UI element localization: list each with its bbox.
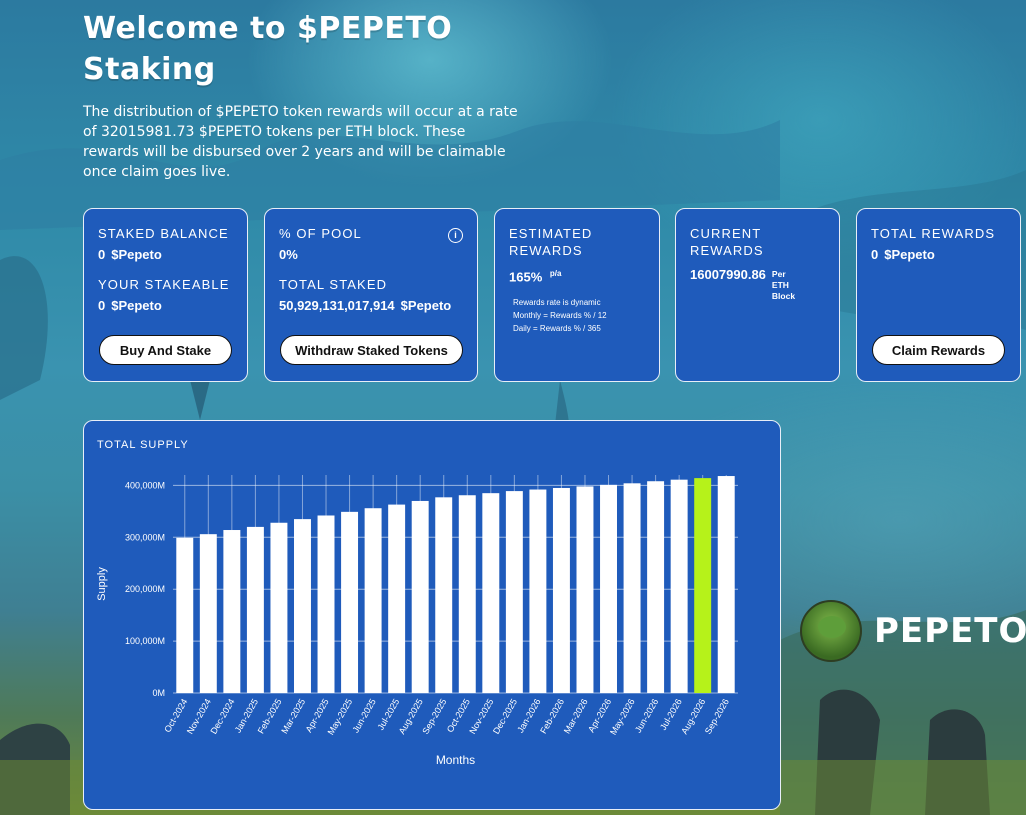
withdraw-staked-tokens-button[interactable]: Withdraw Staked Tokens: [280, 335, 463, 365]
bar: [670, 479, 688, 693]
bar: [482, 493, 500, 693]
buy-and-stake-button[interactable]: Buy And Stake: [99, 335, 232, 365]
claim-rewards-button[interactable]: Claim Rewards: [872, 335, 1005, 365]
brand-name: PEPETO: [874, 611, 1026, 651]
bar: [388, 504, 406, 693]
bar: [717, 476, 735, 693]
title-line-1: Welcome to $PEPETO: [83, 11, 453, 46]
info-icon[interactable]: i: [448, 228, 463, 243]
bar: [552, 487, 570, 693]
bar: [364, 508, 382, 693]
total-rewards-card: TOTAL REWARDS 0 $Pepeto Claim Rewards: [856, 208, 1021, 382]
y-tick-label: 400,000M: [125, 480, 165, 490]
current-label-line-2: REWARDS: [690, 243, 764, 258]
x-tick-label: Jun-2026: [633, 697, 660, 735]
estimated-rewards-value: 165% p/a: [509, 269, 645, 284]
rewards-notes: Rewards rate is dynamic Monthly = Reward…: [509, 296, 645, 335]
bar: [600, 484, 617, 693]
bar: [458, 495, 476, 693]
y-axis-label: Supply: [96, 567, 108, 601]
x-tick-label: Jul-2026: [658, 697, 684, 732]
stakeable-label: YOUR STAKEABLE: [98, 277, 230, 292]
total-supply-chart-card: TOTAL SUPPLY 0M 100,000M 200,000M 300,000M 4…: [83, 420, 781, 810]
hero: Welcome to $PEPETO Staking The distribut…: [83, 8, 543, 182]
per-text: Per: [771, 269, 786, 279]
total-staked-amount: 50,929,131,017,914: [279, 298, 395, 313]
x-axis-label: Months: [436, 753, 475, 767]
y-tick-label: 100,000M: [125, 636, 165, 646]
total-rewards-label: TOTAL REWARDS: [871, 226, 996, 241]
total-staked-unit: $Pepeto: [400, 298, 452, 313]
bar: [623, 483, 641, 693]
title-line-2: Staking: [83, 52, 216, 87]
y-tick-label: 300,000M: [125, 532, 165, 542]
y-tick-label: 200,000M: [125, 584, 165, 594]
y-tick-label: 0M: [152, 688, 165, 698]
staked-balance-value: 0 $Pepeto: [98, 247, 233, 262]
current-rewards-value: 16007990.86 Per ETH Block: [690, 267, 825, 302]
staked-balance-label: STAKED BALANCE: [98, 226, 229, 241]
bar: [294, 519, 311, 693]
x-tick-label: Jun-2025: [350, 697, 377, 735]
x-tick-label: Jul-2025: [375, 697, 401, 732]
pool-card: % OF POOL i 0% TOTAL STAKED 50,929,131,0…: [264, 208, 478, 382]
x-tick-label: Sep-2026: [703, 697, 731, 736]
total-rewards-unit: $Pepeto: [884, 247, 935, 262]
pool-value: 0%: [279, 247, 298, 262]
rewards-note-dynamic: Rewards rate is dynamic: [513, 298, 601, 308]
total-staked-label: TOTAL STAKED: [279, 277, 388, 292]
total-rewards-value: 0 $Pepeto: [871, 247, 1006, 262]
total-supply-chart: 0M100,000M200,000M300,000M400,000MOct-20…: [96, 475, 738, 767]
estimated-rewards-percent: 165%: [509, 269, 543, 285]
pool-label: % OF POOL: [279, 226, 362, 241]
bar: [694, 478, 712, 693]
stakeable-amount: 0: [98, 298, 106, 313]
per-annum-suffix: p/a: [549, 269, 562, 278]
staked-balance-amount: 0: [98, 247, 106, 262]
bar: [223, 530, 241, 693]
bar: [529, 489, 547, 693]
bar: [505, 491, 523, 693]
staked-balance-unit: $Pepeto: [111, 247, 162, 262]
eth-text: ETH: [771, 280, 789, 290]
stakeable-unit: $Pepeto: [111, 298, 162, 313]
bar: [435, 497, 453, 693]
page-title: Welcome to $PEPETO Staking: [83, 8, 543, 90]
rewards-note-monthly: Monthly = Rewards % / 12: [513, 311, 607, 321]
bar: [647, 481, 665, 693]
total-staked-value: 50,929,131,017,914 $Pepeto: [279, 298, 463, 313]
estimated-label-line-1: ESTIMATED: [509, 226, 593, 241]
bar: [270, 522, 288, 693]
bar: [317, 515, 335, 693]
pepeto-mascot-icon: [800, 600, 862, 662]
current-rewards-amount: 16007990.86: [690, 267, 766, 282]
bar: [341, 511, 359, 693]
stakeable-value: 0 $Pepeto: [98, 298, 233, 313]
staked-balance-card: STAKED BALANCE 0 $Pepeto YOUR STAKEABLE 0…: [83, 208, 248, 382]
bar: [199, 534, 217, 693]
hero-description: The distribution of $PEPETO token reward…: [83, 104, 518, 180]
bar: [411, 500, 429, 693]
total-rewards-amount: 0: [871, 247, 879, 262]
rewards-note-daily: Daily = Rewards % / 365: [513, 324, 601, 334]
estimated-label-line-2: REWARDS: [509, 243, 583, 258]
brand-logo: PEPETO: [800, 600, 1026, 662]
current-rewards-card: CURRENT REWARDS 16007990.86 Per ETH Bloc…: [675, 208, 840, 382]
estimated-rewards-label: ESTIMATED REWARDS: [509, 225, 645, 259]
current-label-line-1: CURRENT: [690, 226, 762, 241]
current-rewards-label: CURRENT REWARDS: [690, 225, 825, 259]
per-eth-block: Per ETH Block: [772, 269, 795, 302]
bar: [176, 537, 194, 693]
bar: [576, 486, 594, 693]
bar: [246, 526, 264, 693]
block-text: Block: [771, 291, 796, 301]
estimated-rewards-card: ESTIMATED REWARDS 165% p/a Rewards rate …: [494, 208, 660, 382]
x-tick-label: Sep-2025: [420, 697, 448, 736]
